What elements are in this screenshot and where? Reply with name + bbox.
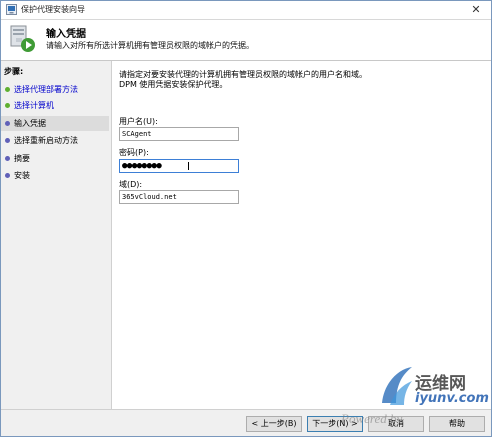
window-title: 保护代理安装向导 (21, 5, 85, 14)
instructions-line-1: 请指定对要安装代理的计算机拥有管理员权限的域帐户的用户名和域。 (119, 70, 367, 79)
help-button[interactable]: 帮助 (429, 416, 485, 432)
instructions-text: 请指定对要安装代理的计算机拥有管理员权限的域帐户的用户名和域。 DPM 使用凭据… (119, 70, 367, 90)
step-pending-dot (5, 156, 10, 161)
computer-install-icon (10, 25, 35, 52)
steps-heading: 步骤: (4, 67, 24, 76)
step-label: 输入凭据 (14, 119, 46, 128)
watermark-brand-url: iyunv.com (415, 391, 489, 406)
step-label: 选择重新启动方法 (14, 136, 78, 145)
password-label: 密码(P): (119, 148, 149, 157)
text-caret (188, 162, 189, 170)
step-pending-dot (5, 173, 10, 178)
step-summary: 摘要 (1, 151, 109, 166)
instructions-line-2: DPM 使用凭据安装保护代理。 (119, 80, 228, 89)
wizard-header: 输入凭据 请输入对所有所选计算机拥有管理员权限的域帐户的凭据。 (1, 20, 491, 61)
step-choose-restart-method: 选择重新启动方法 (1, 133, 109, 148)
domain-label: 域(D): (119, 180, 143, 189)
step-complete-dot (5, 103, 10, 108)
credentials-panel: 请指定对要安装代理的计算机拥有管理员权限的域帐户的用户名和域。 DPM 使用凭据… (112, 61, 491, 409)
close-icon[interactable]: ✕ (465, 2, 487, 18)
step-label: 选择计算机 (14, 101, 54, 110)
step-install: 安装 (1, 168, 109, 183)
step-select-deployment-method[interactable]: 选择代理部署方法 (1, 82, 109, 97)
step-label: 摘要 (14, 154, 30, 163)
title-bar[interactable]: 保护代理安装向导 ✕ (1, 1, 491, 20)
username-label: 用户名(U): (119, 117, 158, 126)
step-select-computers[interactable]: 选择计算机 (1, 98, 109, 113)
page-subtitle: 请输入对所有所选计算机拥有管理员权限的域帐户的凭据。 (46, 41, 254, 50)
step-complete-dot (5, 87, 10, 92)
step-pending-dot (5, 138, 10, 143)
watermark-logo-icon (382, 367, 412, 405)
password-mask: ●●●●●●●● (122, 161, 162, 171)
step-label: 安装 (14, 171, 30, 180)
password-input[interactable]: ●●●●●●●● (119, 159, 239, 173)
page-title: 输入凭据 (46, 29, 86, 40)
username-input[interactable]: SCAgent (119, 127, 239, 141)
wizard-footer: < 上一步(B) 下一步(N) > 取消 帮助 (1, 409, 491, 436)
wizard-window: 保护代理安装向导 ✕ 输入凭据 请输入对所有所选计算机拥有管理员权限的域帐户的凭… (0, 0, 492, 437)
steps-sidebar: 步骤: 选择代理部署方法 选择计算机 输入凭据 选择重新启动方法 摘要 安装 (1, 61, 112, 409)
step-label: 选择代理部署方法 (14, 85, 78, 94)
app-icon (6, 4, 17, 15)
watermark-powered-by: Powered by (341, 411, 403, 426)
domain-input[interactable]: 365vCloud.net (119, 190, 239, 204)
step-current-dot (5, 121, 10, 126)
back-button[interactable]: < 上一步(B) (246, 416, 302, 432)
step-enter-credentials: 输入凭据 (1, 116, 109, 131)
